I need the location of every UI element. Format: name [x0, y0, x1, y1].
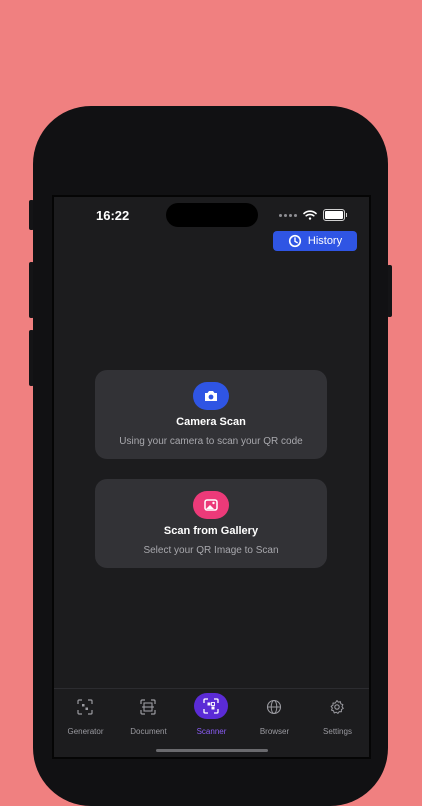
gear-icon — [330, 700, 344, 714]
tab-settings[interactable]: Settings — [306, 689, 369, 749]
status-time: 16:22 — [96, 208, 130, 223]
gallery-scan-title: Scan from Gallery — [163, 525, 259, 537]
tab-settings-label: Settings — [323, 727, 352, 736]
tab-generator-label: Generator — [67, 727, 104, 736]
home-indicator — [156, 749, 268, 752]
camera-icon — [193, 382, 229, 410]
tab-browser-label: Browser — [259, 727, 290, 736]
dynamic-island — [166, 203, 258, 227]
document-scan-icon — [140, 699, 156, 715]
qr-scanner-icon — [203, 698, 219, 714]
camera-scan-card[interactable]: Camera Scan Using your camera to scan yo… — [95, 370, 327, 459]
qr-generator-icon — [77, 699, 93, 715]
signal-icon — [279, 213, 297, 217]
tab-browser[interactable]: Browser — [243, 689, 306, 749]
scanner-active-bubble — [194, 693, 228, 719]
gallery-scan-card[interactable]: Scan from Gallery Select your QR Image t… — [95, 479, 327, 568]
tab-generator[interactable]: Generator — [54, 689, 117, 749]
wifi-icon — [303, 210, 317, 220]
gallery-icon — [193, 491, 229, 519]
tab-bar: Generator Document Scanner Browser Setti… — [54, 688, 369, 757]
history-button[interactable]: History — [273, 231, 357, 251]
battery-icon — [323, 209, 347, 221]
tab-scanner[interactable]: Scanner — [180, 689, 243, 749]
globe-icon — [266, 699, 282, 715]
history-icon — [288, 234, 301, 248]
app-screen: 16:22 History Camera Scan Using your cam… — [52, 195, 371, 759]
tab-document[interactable]: Document — [117, 689, 180, 749]
tab-document-label: Document — [130, 727, 167, 736]
camera-scan-title: Camera Scan — [176, 416, 246, 428]
camera-scan-subtitle: Using your camera to scan your QR code — [119, 436, 303, 447]
history-label: History — [307, 235, 343, 247]
gallery-scan-subtitle: Select your QR Image to Scan — [143, 545, 279, 556]
status-icons — [279, 209, 347, 221]
tab-scanner-label: Scanner — [196, 727, 227, 736]
